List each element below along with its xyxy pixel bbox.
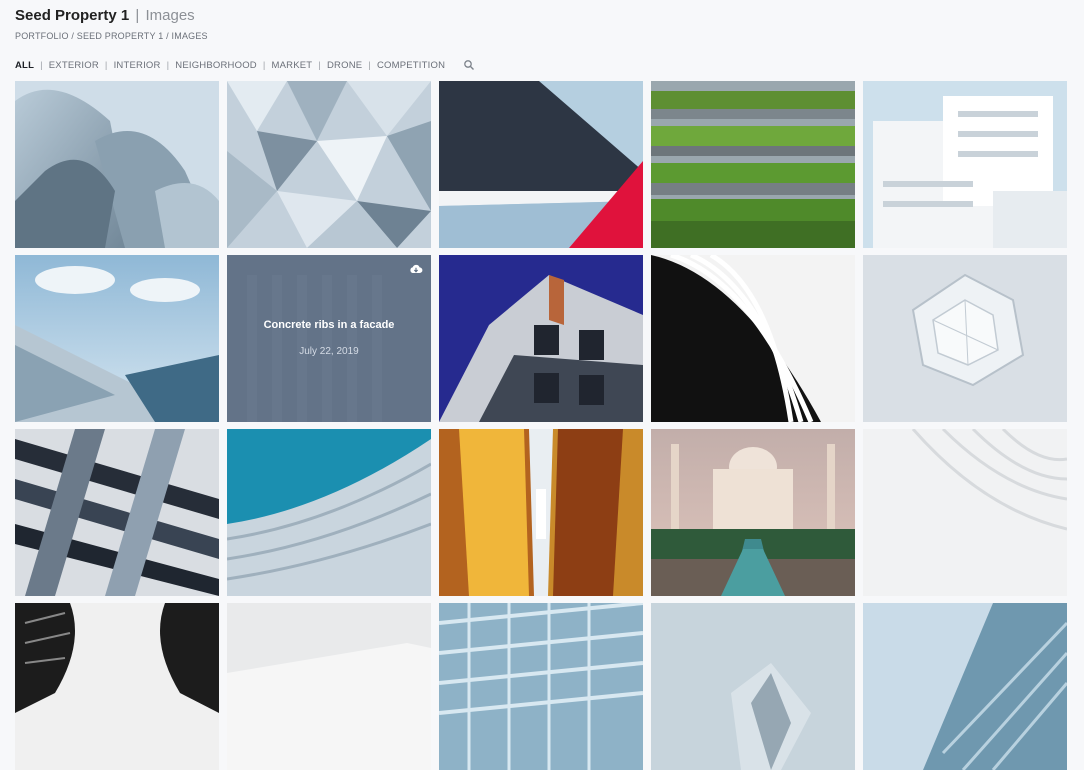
filter-exterior[interactable]: EXTERIOR (49, 60, 99, 71)
filter-competition[interactable]: COMPETITION (377, 60, 445, 71)
image-caption: Concrete ribs in a facade (263, 319, 395, 331)
filter-divider: | (104, 59, 108, 71)
filter-divider: | (262, 59, 266, 71)
filter-market[interactable]: MARKET (272, 60, 313, 71)
gallery-image-hovered[interactable]: Concrete ribs in a facade July 22, 2019 (227, 255, 431, 422)
gallery-image[interactable] (439, 81, 643, 248)
gallery-image[interactable] (15, 81, 219, 248)
property-title: Seed Property 1 (15, 7, 130, 24)
gallery-image[interactable] (863, 255, 1067, 422)
gallery-image[interactable] (227, 603, 431, 770)
filter-bar: ALL | EXTERIOR | INTERIOR | NEIGHBORHOOD… (15, 59, 475, 71)
image-gallery: Concrete ribs in a facade July 22, 2019 (15, 81, 1067, 770)
image-hover-overlay: Concrete ribs in a facade July 22, 2019 (227, 255, 431, 422)
filter-interior[interactable]: INTERIOR (114, 60, 161, 71)
gallery-image[interactable] (863, 603, 1067, 770)
gallery-image[interactable] (863, 81, 1067, 248)
gallery-image[interactable] (651, 603, 855, 770)
page-title: Seed Property 1 | Images (15, 6, 208, 26)
filter-all[interactable]: ALL (15, 60, 34, 71)
gallery-image[interactable] (439, 255, 643, 422)
gallery-image[interactable] (651, 429, 855, 596)
gallery-image[interactable] (439, 603, 643, 770)
gallery-image[interactable] (15, 255, 219, 422)
filter-divider: | (368, 59, 371, 71)
search-icon[interactable] (463, 59, 475, 71)
filter-drone[interactable]: DRONE (327, 60, 362, 71)
gallery-image[interactable] (651, 255, 855, 422)
cloud-download-icon[interactable] (409, 263, 423, 275)
breadcrumb[interactable]: PORTFOLIO / SEED PROPERTY 1 / IMAGES (15, 31, 208, 41)
page-header: Seed Property 1 | Images PORTFOLIO / SEE… (15, 6, 208, 41)
filter-divider: | (40, 59, 43, 71)
gallery-image[interactable] (15, 429, 219, 596)
title-separator: | (135, 7, 140, 24)
filter-divider: | (318, 59, 321, 71)
page-subtitle: Images (145, 7, 195, 24)
gallery-image[interactable] (227, 429, 431, 596)
filter-neighborhood[interactable]: NEIGHBORHOOD (175, 60, 257, 71)
gallery-image[interactable] (227, 81, 431, 248)
gallery-image[interactable] (439, 429, 643, 596)
image-date: July 22, 2019 (299, 346, 359, 357)
gallery-image[interactable] (15, 603, 219, 770)
gallery-image[interactable] (651, 81, 855, 248)
filter-divider: | (166, 59, 170, 71)
gallery-image[interactable] (863, 429, 1067, 596)
